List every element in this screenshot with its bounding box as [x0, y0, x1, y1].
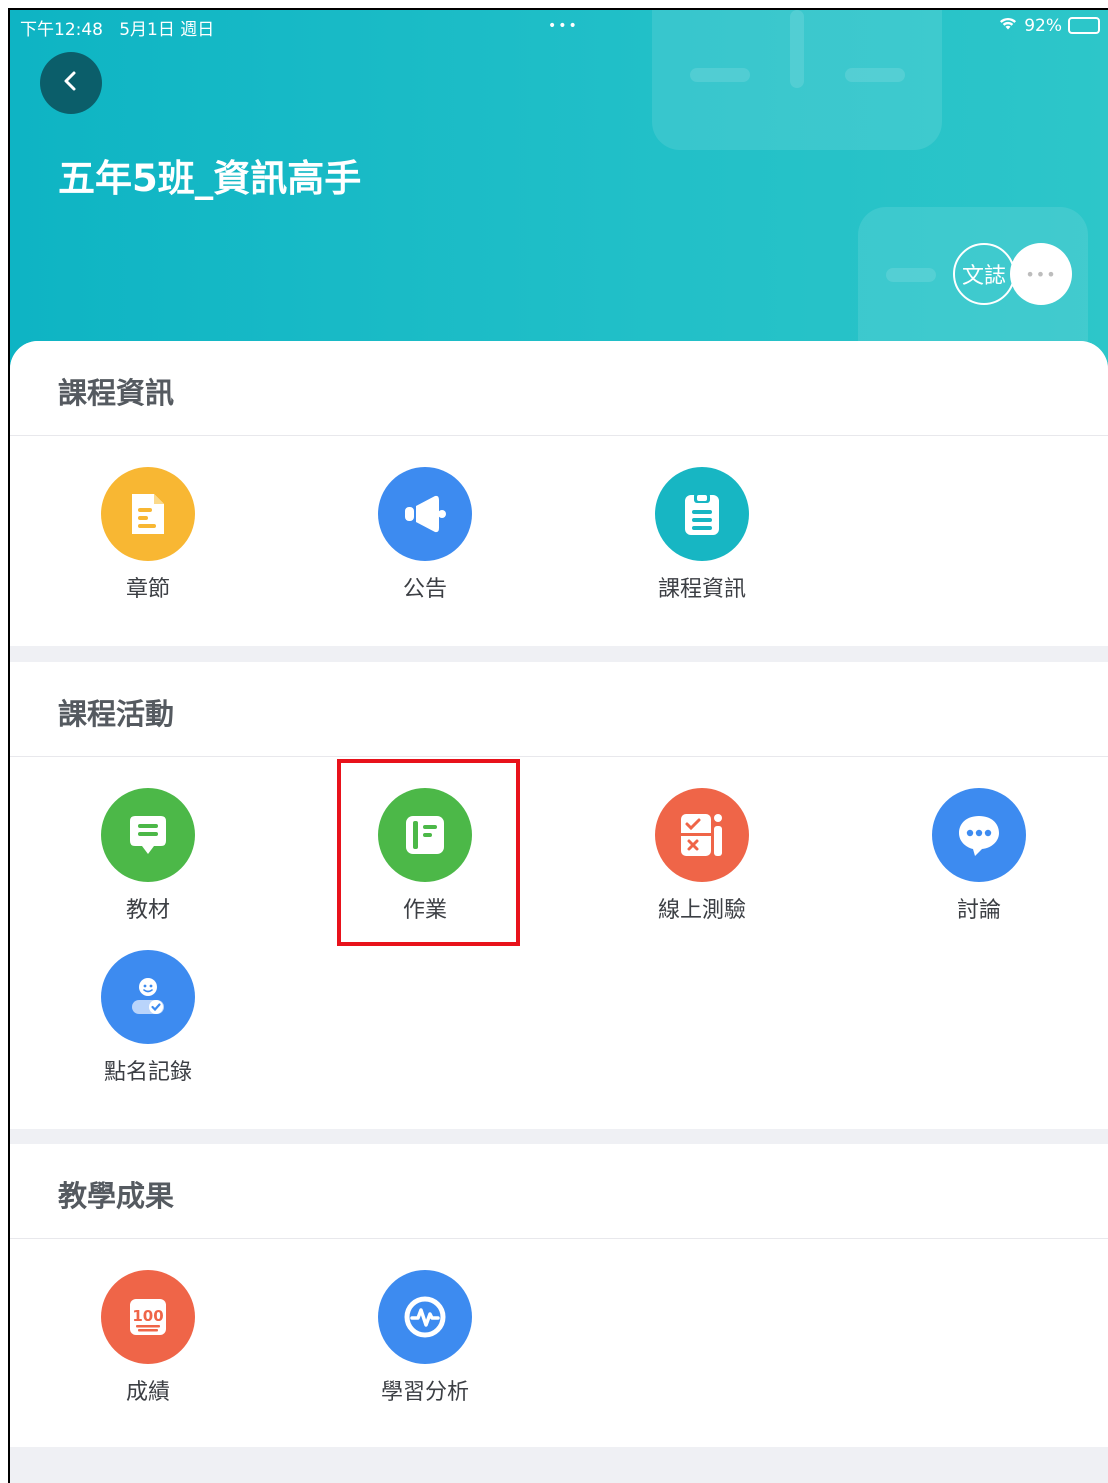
frame-border — [8, 8, 1108, 10]
tile-label: 公告 — [402, 577, 447, 602]
section-header: 課程資訊 — [10, 341, 1108, 436]
tile-assignments[interactable]: 作業 — [355, 788, 495, 948]
tile-online-quiz[interactable]: 線上測驗 — [632, 788, 772, 948]
tile-label: 線上測驗 — [657, 898, 746, 923]
tile-grades[interactable]: 100 成績 — [78, 1270, 218, 1430]
decor-line — [690, 68, 750, 82]
battery-percent: 92% — [1024, 15, 1062, 36]
tile-announcements[interactable]: 公告 — [355, 467, 495, 627]
tile-label: 課程資訊 — [657, 577, 746, 602]
decor-line — [845, 68, 905, 82]
chevron-left-icon — [61, 69, 81, 97]
status-time-date: 下午12:48 5月1日 週日 — [20, 15, 214, 40]
decor-line — [886, 268, 936, 282]
section-title: 課程活動 — [58, 697, 175, 731]
tile-label: 點名記錄 — [103, 1060, 192, 1085]
multitask-dots[interactable]: ••• — [548, 18, 579, 34]
status-date: 5月1日 週日 — [119, 20, 215, 40]
user-avatar-button[interactable]: 文誌 — [953, 243, 1015, 305]
more-dots-icon: ••• — [1025, 264, 1057, 284]
document-icon — [101, 467, 195, 561]
quiz-icon — [655, 788, 749, 882]
tile-label: 作業 — [402, 898, 447, 923]
back-button[interactable] — [40, 52, 102, 114]
tile-course-info[interactable]: 課程資訊 — [632, 467, 772, 627]
course-title: 五年5班_資訊高手 — [58, 157, 362, 200]
tile-label: 成績 — [125, 1380, 170, 1405]
material-icon — [101, 788, 195, 882]
assignment-icon — [378, 788, 472, 882]
more-options-button[interactable]: ••• — [1010, 243, 1072, 305]
section-header: 教學成果 — [10, 1144, 1108, 1239]
section-title: 課程資訊 — [58, 376, 175, 410]
megaphone-icon — [378, 467, 472, 561]
battery-icon — [1068, 17, 1100, 34]
section-course-activity: 課程活動 教材 作業 線上測驗 討論 點名記錄 — [10, 662, 1108, 1129]
status-indicators: 92% — [998, 15, 1100, 36]
tile-learning-analytics[interactable]: 學習分析 — [355, 1270, 495, 1430]
wifi-icon — [998, 15, 1018, 36]
tile-label: 討論 — [956, 898, 1001, 923]
clipboard-icon — [655, 467, 749, 561]
section-course-info: 課程資訊 章節 公告 課程資訊 — [10, 341, 1108, 646]
section-title: 教學成果 — [58, 1179, 175, 1213]
tile-label: 學習分析 — [380, 1380, 469, 1405]
tile-materials[interactable]: 教材 — [78, 788, 218, 948]
status-bar: 下午12:48 5月1日 週日 ••• 92% — [10, 10, 1108, 42]
tile-label: 章節 — [125, 577, 170, 602]
section-header: 課程活動 — [10, 662, 1108, 757]
section-teaching-results: 教學成果 100 成績 學習分析 — [10, 1144, 1108, 1447]
svg-text:100: 100 — [132, 1307, 163, 1325]
status-time: 下午12:48 — [20, 20, 103, 40]
analytics-icon — [378, 1270, 472, 1364]
score-100-icon: 100 — [101, 1270, 195, 1364]
app-frame: 下午12:48 5月1日 週日 ••• 92% 五年5班_資訊高手 文誌 •••… — [0, 0, 1108, 1483]
course-header: 下午12:48 5月1日 週日 ••• 92% 五年5班_資訊高手 文誌 ••• — [10, 10, 1108, 370]
chat-icon — [932, 788, 1026, 882]
frame-border — [8, 8, 10, 1483]
tile-chapters[interactable]: 章節 — [78, 467, 218, 627]
tile-attendance[interactable]: 點名記錄 — [78, 950, 218, 1110]
tile-discussion[interactable]: 討論 — [909, 788, 1049, 948]
content-sheet: 課程資訊 章節 公告 課程資訊 課程活動 教材 作業 線上測驗 討論 點名記錄 … — [10, 341, 1108, 1483]
attendance-icon — [101, 950, 195, 1044]
tile-label: 教材 — [125, 898, 170, 923]
